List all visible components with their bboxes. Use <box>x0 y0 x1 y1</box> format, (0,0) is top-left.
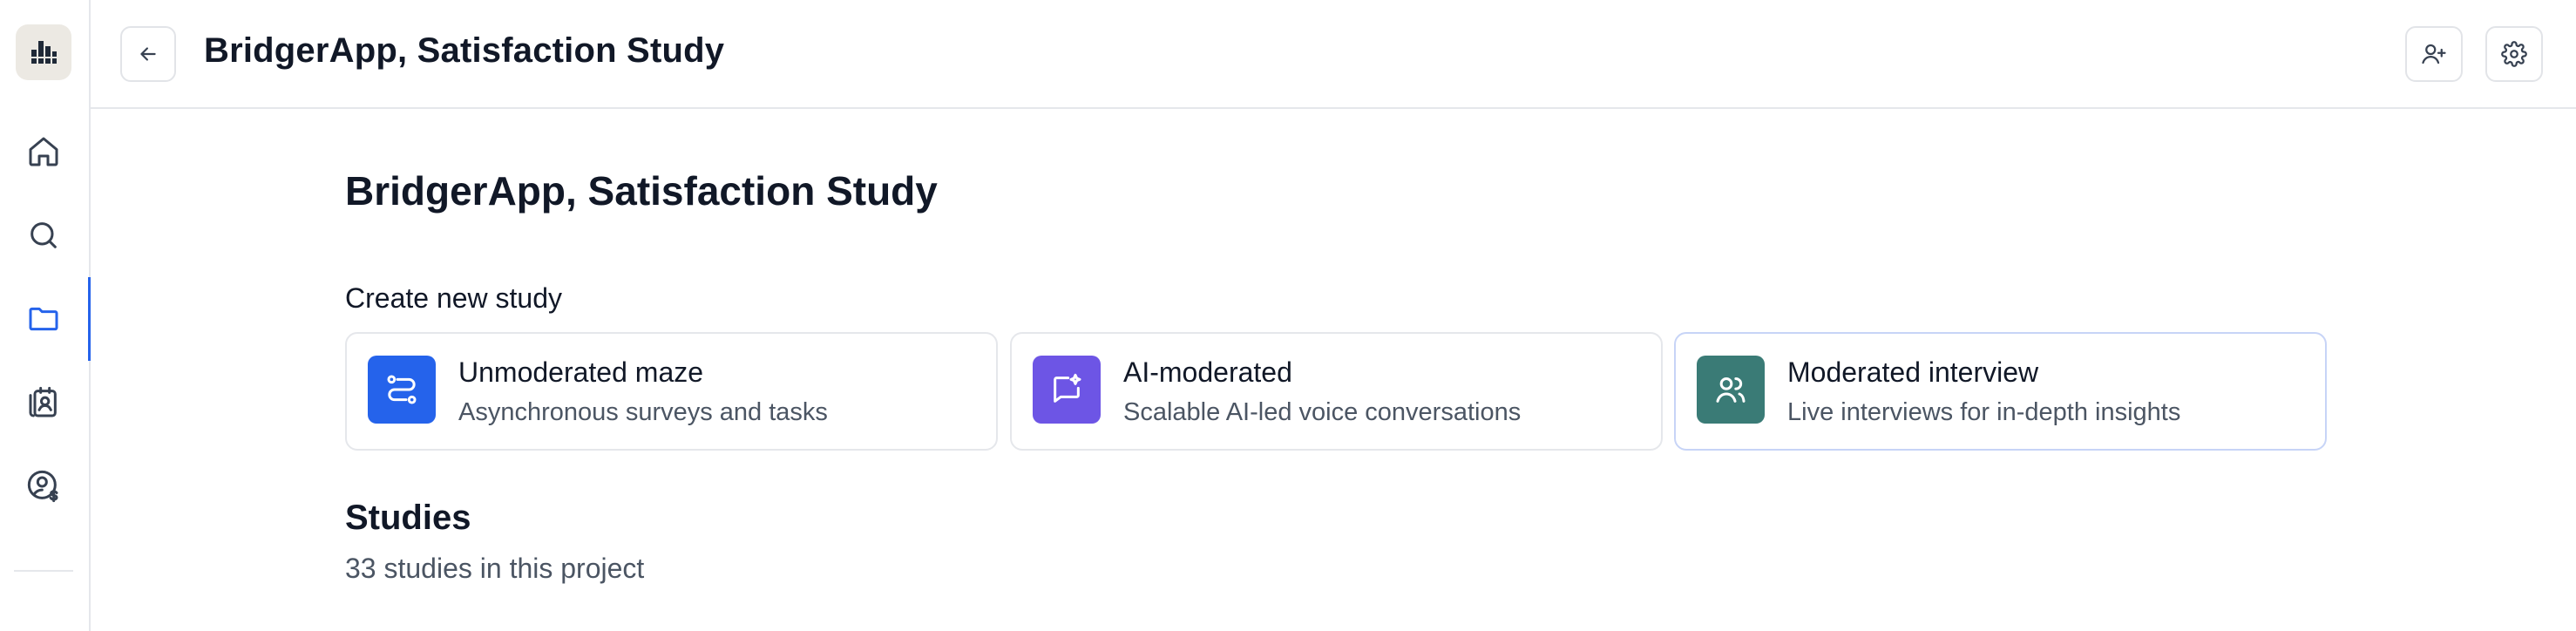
app-logo[interactable] <box>16 24 71 80</box>
studies-count: 33 studies in this project <box>345 553 645 584</box>
study-type-subtitle: Asynchronous surveys and tasks <box>458 398 828 426</box>
study-type-card-ai-moderated[interactable]: AI-moderated Scalable AI-led voice conve… <box>1010 332 1663 451</box>
study-type-title: AI-moderated <box>1123 356 1292 388</box>
sidebar-item-home[interactable] <box>16 124 71 180</box>
sidebar-item-search[interactable] <box>16 207 71 263</box>
sidebar-item-billing[interactable] <box>16 458 71 514</box>
page-title: BridgerApp, Satisfaction Study <box>345 168 938 214</box>
study-type-subtitle: Scalable AI-led voice conversations <box>1123 398 1522 426</box>
sidebar-item-participants[interactable] <box>16 375 71 431</box>
user-dollar-icon <box>27 470 58 503</box>
study-type-title: Unmoderated maze <box>458 356 704 388</box>
sidebar <box>0 0 91 631</box>
study-type-icon-box <box>368 356 436 424</box>
sidebar-item-projects[interactable] <box>16 291 71 347</box>
route-icon <box>387 375 417 404</box>
bar-logo-icon <box>31 41 57 64</box>
study-type-subtitle: Live interviews for in-depth insights <box>1787 398 2181 426</box>
study-type-card-moderated-interview[interactable]: Moderated interview Live interviews for … <box>1674 332 2327 451</box>
settings-button[interactable] <box>2485 26 2543 82</box>
invite-user-button[interactable] <box>2405 26 2463 82</box>
contacts-icon <box>29 386 57 417</box>
sidebar-divider <box>14 570 73 572</box>
chat-sparkle-icon <box>1054 373 1081 403</box>
study-type-title: Moderated interview <box>1787 356 2039 388</box>
users-icon <box>1716 377 1746 403</box>
home-icon <box>29 137 58 166</box>
top-bar: BridgerApp, Satisfaction Study <box>91 0 2576 109</box>
study-type-card-unmoderated-maze[interactable]: Unmoderated maze Asynchronous surveys an… <box>345 332 998 451</box>
arrow-left-icon <box>140 47 156 61</box>
active-nav-indicator <box>88 277 91 361</box>
study-type-icon-box <box>1697 356 1765 424</box>
search-icon <box>31 222 57 248</box>
studies-heading: Studies <box>345 499 471 537</box>
study-type-icon-box <box>1033 356 1101 424</box>
create-study-label: Create new study <box>345 282 563 314</box>
header-title: BridgerApp, Satisfaction Study <box>204 31 725 70</box>
back-button[interactable] <box>120 26 176 82</box>
folder-icon <box>29 307 58 331</box>
user-plus-icon <box>2422 44 2446 64</box>
gear-icon <box>2501 41 2527 67</box>
